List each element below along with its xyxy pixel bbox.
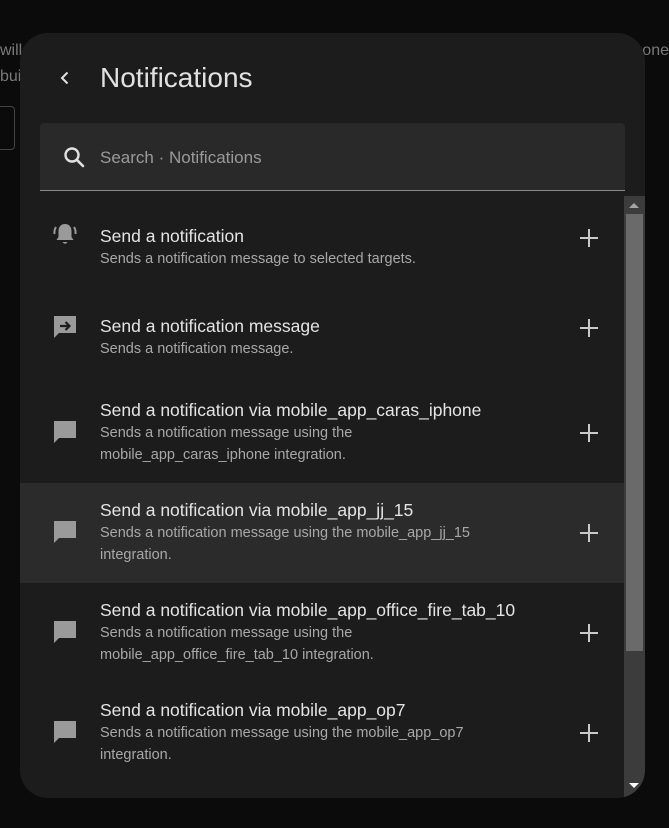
action-list: Send a notification Sends a notification…: [20, 193, 624, 798]
item-title: Send a notification via mobile_app_caras…: [100, 400, 482, 420]
back-button[interactable]: [50, 63, 80, 93]
list-item[interactable]: Send a notification via mobile_app_offic…: [20, 583, 624, 683]
list-item[interactable]: Send a notification via mobile_app_jj_15…: [20, 483, 624, 583]
dialog-title: Notifications: [100, 62, 253, 93]
item-description: Sends a notification message using the m…: [100, 725, 464, 763]
list-item[interactable]: Send a notification Sends a notification…: [20, 193, 624, 283]
add-button[interactable]: [574, 313, 604, 343]
list-item[interactable]: Send a notification via mobile_app_caras…: [20, 383, 624, 483]
item-title: Send a notification: [100, 226, 244, 246]
message-icon: [54, 421, 76, 443]
search-input[interactable]: [98, 142, 602, 174]
plus-icon: [580, 319, 598, 337]
add-button[interactable]: [574, 618, 604, 648]
chevron-left-icon: [60, 71, 69, 85]
item-description: Sends a notification message.: [100, 341, 294, 357]
plus-icon: [580, 424, 598, 442]
scrollbar[interactable]: [624, 196, 645, 798]
background-text-right: one: [642, 42, 669, 59]
plus-icon: [580, 524, 598, 542]
scroll-down-arrow-icon[interactable]: [629, 783, 639, 788]
message-icon: [54, 721, 76, 743]
search-field[interactable]: [40, 123, 625, 191]
add-button[interactable]: [574, 418, 604, 448]
item-title: Send a notification via mobile_app_offic…: [100, 600, 516, 620]
plus-icon: [580, 624, 598, 642]
message-arrow-icon: [54, 316, 76, 338]
scrollbar-thumb[interactable]: [626, 214, 643, 651]
item-description: Sends a notification message using the m…: [100, 525, 470, 563]
search-icon: [64, 147, 85, 168]
list-item[interactable]: Send a notification via mobile_app_op7 S…: [20, 683, 624, 783]
item-title: Send a notification via mobile_app_op7: [100, 700, 406, 720]
scroll-up-arrow-icon[interactable]: [629, 203, 639, 208]
item-description: Sends a notification message using the m…: [100, 425, 353, 463]
item-description: Sends a notification message to selected…: [100, 251, 416, 267]
item-description: Sends a notification message using the m…: [100, 625, 374, 663]
item-title: Send a notification via mobile_app_jj_15: [100, 500, 414, 520]
dialog-header: Notifications: [20, 33, 645, 123]
add-button[interactable]: [574, 718, 604, 748]
background-text-left-2: bui: [0, 68, 22, 85]
item-title: Send a notification message: [100, 316, 320, 336]
notifications-dialog: Notifications Send a notification Sends …: [20, 33, 645, 798]
add-button[interactable]: [574, 223, 604, 253]
bell-ring-icon: [53, 224, 77, 244]
message-icon: [54, 521, 76, 543]
list-item[interactable]: Send a notification message Sends a noti…: [20, 283, 624, 373]
plus-icon: [580, 229, 598, 247]
add-button[interactable]: [574, 518, 604, 548]
background-input-edge: [0, 106, 15, 150]
message-icon: [54, 621, 76, 643]
plus-icon: [580, 724, 598, 742]
